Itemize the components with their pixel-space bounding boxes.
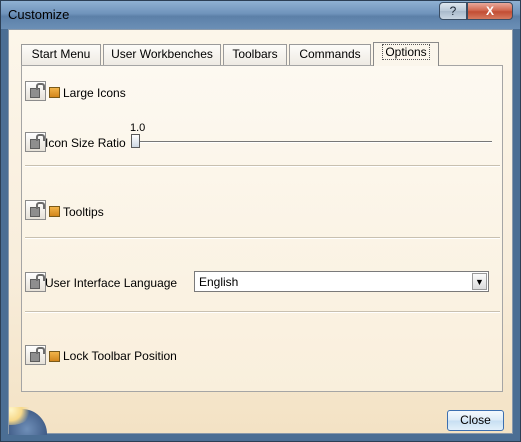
lock-toolbar-checkbox[interactable] bbox=[49, 351, 60, 362]
ui-language-select[interactable]: English ▼ bbox=[194, 271, 489, 292]
help-button[interactable]: ? bbox=[439, 2, 467, 20]
ui-language-value: English bbox=[199, 275, 239, 289]
window-close-button[interactable]: X bbox=[467, 2, 513, 20]
large-icons-label: Large Icons bbox=[63, 86, 126, 100]
tab-options[interactable]: Options bbox=[373, 42, 439, 66]
separator bbox=[25, 311, 500, 313]
tab-start-menu[interactable]: Start Menu bbox=[21, 44, 101, 65]
separator bbox=[25, 165, 500, 167]
lock-icon[interactable] bbox=[25, 132, 46, 152]
ui-language-label: User Interface Language bbox=[45, 276, 178, 290]
tab-toolbars[interactable]: Toolbars bbox=[223, 44, 287, 65]
close-button[interactable]: Close bbox=[447, 410, 504, 431]
tab-label: User Workbenches bbox=[111, 47, 213, 61]
app-logo-icon bbox=[9, 407, 55, 435]
chevron-down-icon[interactable]: ▼ bbox=[472, 273, 487, 290]
window-title: Customize bbox=[8, 7, 70, 22]
lock-icon[interactable] bbox=[25, 81, 46, 101]
lock-icon[interactable] bbox=[25, 345, 46, 365]
tab-user-workbenches[interactable]: User Workbenches bbox=[103, 44, 221, 65]
slider-thumb[interactable] bbox=[131, 134, 140, 148]
large-icons-checkbox[interactable] bbox=[49, 87, 60, 98]
title-bar[interactable]: Customize ? X bbox=[1, 1, 520, 29]
lock-toolbar-label: Lock Toolbar Position bbox=[63, 349, 177, 363]
tooltips-checkbox[interactable] bbox=[49, 206, 60, 217]
tooltips-label: Tooltips bbox=[63, 205, 104, 219]
tab-label: Toolbars bbox=[232, 47, 278, 61]
separator bbox=[25, 237, 500, 239]
slider-track[interactable] bbox=[133, 141, 492, 143]
tab-commands[interactable]: Commands bbox=[289, 44, 371, 65]
icon-size-ratio-label: Icon Size Ratio bbox=[45, 136, 126, 150]
options-panel: Large Icons Icon Size Ratio 1.0 Tooltips… bbox=[21, 65, 503, 392]
dialog-client-area: Start Menu User Workbenches Toolbars Com… bbox=[8, 29, 513, 435]
tab-label: Options bbox=[382, 44, 430, 60]
icon-size-ratio-value: 1.0 bbox=[130, 122, 146, 134]
customize-dialog: Customize ? X Start Menu User Workbenche… bbox=[0, 0, 521, 442]
lock-icon[interactable] bbox=[25, 200, 46, 220]
tab-label: Commands bbox=[299, 47, 361, 61]
lock-icon[interactable] bbox=[25, 272, 46, 292]
tab-label: Start Menu bbox=[31, 47, 91, 61]
